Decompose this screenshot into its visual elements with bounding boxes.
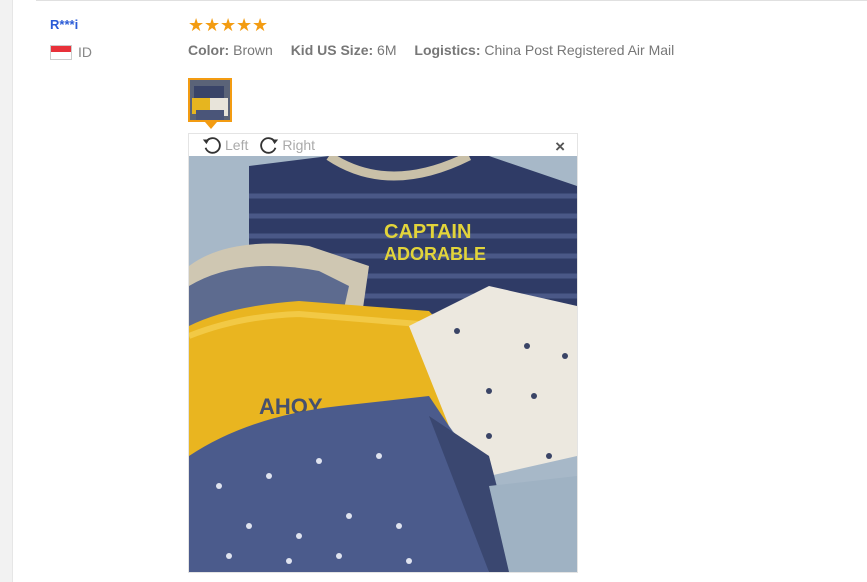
- rotate-right-label: Right: [282, 137, 316, 153]
- review-attributes: Color: Brown Kid US Size: 6M Logistics: …: [188, 42, 688, 58]
- review-photo: CAPTAIN ADORABLE AHOY: [189, 156, 577, 572]
- photo-viewer: Left Right × CAPTAIN ADORABLE AHOY: [188, 133, 578, 573]
- rotate-left-icon: [202, 137, 221, 154]
- rotate-right-icon: [260, 137, 279, 154]
- star-icon: ★: [204, 15, 221, 35]
- divider: [36, 0, 867, 1]
- photo-text-adorable: ADORABLE: [384, 244, 486, 264]
- review-photo-thumbnail[interactable]: [188, 78, 232, 122]
- country-code: ID: [78, 44, 92, 60]
- left-rail: [0, 0, 13, 582]
- attr-value: 6M: [377, 42, 397, 58]
- star-icon: ★: [252, 15, 269, 35]
- attr-color: Color: Brown: [188, 42, 277, 58]
- star-icon: ★: [236, 15, 253, 35]
- star-icon: ★: [220, 15, 237, 35]
- viewer-toolbar: Left Right ×: [189, 134, 577, 156]
- photo-illustration: CAPTAIN ADORABLE AHOY: [189, 156, 577, 572]
- attr-key: Color:: [188, 42, 230, 58]
- close-icon[interactable]: ×: [555, 137, 565, 157]
- attr-key: Logistics:: [414, 42, 481, 58]
- rotate-right-button[interactable]: Right: [258, 134, 315, 156]
- rotate-left-button[interactable]: Left: [201, 134, 248, 156]
- star-rating: ★ ★ ★ ★ ★: [188, 16, 268, 34]
- rotate-left-label: Left: [225, 137, 249, 153]
- flag-icon: [50, 44, 72, 60]
- photo-text-captain: CAPTAIN: [384, 221, 471, 243]
- attr-size: Kid US Size: 6M: [291, 42, 401, 58]
- star-icon: ★: [188, 15, 205, 35]
- attr-value: Brown: [233, 42, 273, 58]
- attr-logistics: Logistics: China Post Registered Air Mai…: [414, 42, 674, 58]
- buyer-country: ID: [50, 44, 92, 60]
- attr-key: Kid US Size:: [290, 42, 374, 58]
- buyer-name[interactable]: R***i: [50, 17, 78, 32]
- attr-value: China Post Registered Air Mail: [484, 42, 675, 58]
- thumbnail-pointer: [205, 122, 217, 129]
